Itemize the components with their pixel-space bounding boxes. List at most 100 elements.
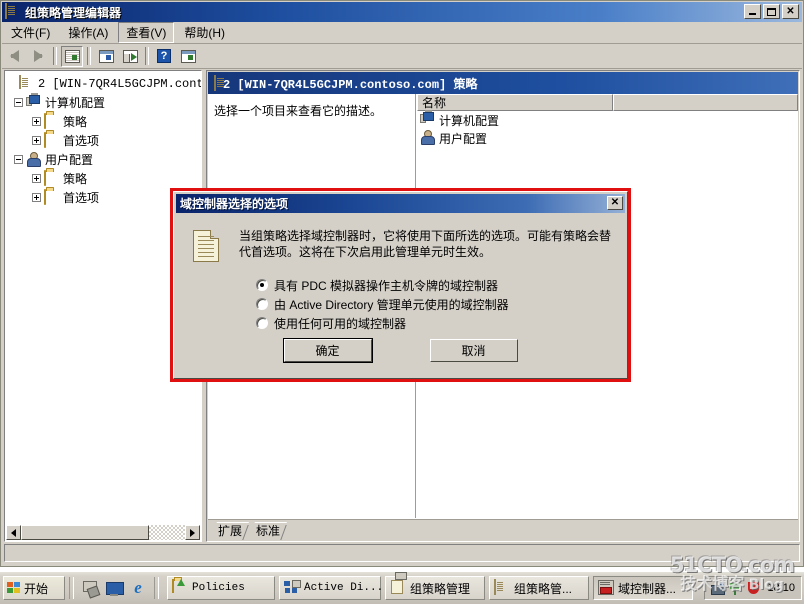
- folder-icon: [44, 112, 60, 130]
- taskbar-item-policies[interactable]: Policies: [167, 576, 275, 600]
- server-manager-icon[interactable]: [81, 579, 101, 599]
- taskbar-item-label: Active Di...: [304, 582, 384, 594]
- list-item[interactable]: 计算机配置: [417, 110, 798, 129]
- properties-button[interactable]: [95, 46, 117, 67]
- close-icon: ✕: [786, 5, 795, 17]
- folder-icon: [44, 188, 60, 206]
- collapse-toggle-icon[interactable]: [14, 98, 23, 107]
- menubar: 文件(F) 操作(A) 查看(V) 帮助(H): [2, 22, 802, 44]
- toolbar: ?: [2, 44, 802, 69]
- console-document-icon: [5, 3, 21, 20]
- taskbar-divider: [69, 577, 74, 599]
- taskbar-item-active-directory[interactable]: Active Di...: [279, 576, 384, 600]
- tree-item-label: 2 [WIN-7QR4L5GCJPM.contoso.c: [38, 76, 201, 91]
- dialog-close-button[interactable]: ✕: [607, 196, 623, 210]
- folder-icon: [172, 579, 188, 596]
- policy-document-icon: [214, 75, 216, 91]
- ok-button[interactable]: 确定: [282, 338, 373, 363]
- column-header-blank[interactable]: [613, 94, 798, 111]
- radio-option-label: 由 Active Directory 管理单元使用的域控制器: [274, 297, 509, 312]
- dialog-frame: 域控制器选择的选项 ✕ 当组策略选择域控制器时，它将使用下面所选的选项。可能有策…: [173, 191, 628, 379]
- radio-option-label: 使用任何可用的域控制器: [274, 316, 407, 331]
- radio-option-label: 具有 PDC 模拟器操作主机令牌的域控制器: [274, 278, 499, 293]
- taskbar: 开始 e Policies Active Di... 组策略管理 组策略管...…: [0, 571, 804, 604]
- start-button-label: 开始: [24, 581, 49, 596]
- new-window-button[interactable]: [177, 46, 199, 67]
- collapse-toggle-icon[interactable]: [14, 155, 23, 164]
- screen: 组策略管理编辑器 ✕ 文件(F) 操作(A) 查看(V) 帮助(H) ? 2 […: [0, 0, 804, 604]
- expand-toggle-icon[interactable]: [32, 174, 41, 183]
- scroll-thumb[interactable]: [21, 525, 149, 540]
- tree-item-computer-configuration[interactable]: 计算机配置: [7, 92, 201, 112]
- tree-horizontal-scrollbar[interactable]: [6, 525, 200, 540]
- toolbar-separator-1: [53, 47, 57, 65]
- expand-toggle-icon[interactable]: [32, 136, 41, 145]
- expand-toggle-icon[interactable]: [32, 117, 41, 126]
- taskbar-item-gpme[interactable]: 组策略管...: [489, 576, 589, 600]
- dialog-titlebar[interactable]: 域控制器选择的选项 ✕: [176, 194, 625, 213]
- export-list-button[interactable]: [119, 46, 141, 67]
- show-desktop-icon[interactable]: [105, 579, 124, 597]
- tree-item-user-policies[interactable]: 策略: [7, 169, 201, 188]
- details-pane-title: 2 [WIN-7QR4L5GCJPM.contoso.com] 策略: [223, 77, 478, 92]
- internet-explorer-icon[interactable]: e: [129, 579, 147, 597]
- window-title: 组策略管理编辑器: [25, 5, 122, 20]
- dc-selection-radio-group: 具有 PDC 模拟器操作主机令牌的域控制器 由 Active Directory…: [256, 276, 626, 333]
- radio-option-pdc-emulator[interactable]: 具有 PDC 模拟器操作主机令牌的域控制器: [256, 276, 626, 294]
- cancel-button[interactable]: 取消: [429, 339, 518, 362]
- window-controls: ✕: [744, 4, 799, 19]
- menu-file[interactable]: 文件(F): [3, 22, 58, 43]
- tree-item-label: 策略: [63, 172, 88, 186]
- status-bar: [4, 544, 800, 562]
- security-shield-icon[interactable]: !: [747, 581, 760, 595]
- radio-button-selected-icon[interactable]: [256, 279, 268, 291]
- scroll-track[interactable]: [149, 525, 185, 540]
- policy-document-icon: [19, 74, 35, 92]
- show-hide-tree-icon: [64, 49, 80, 63]
- description-text: 选择一个项目来查看它的描述。: [214, 104, 383, 118]
- dialog-message: 当组策略选择域控制器时，它将使用下面所选的选项。可能有策略会替代首选项。这将在下…: [239, 229, 612, 259]
- tree-item-user-configuration[interactable]: 用户配置: [7, 150, 201, 169]
- network-icon[interactable]: [711, 581, 726, 595]
- forward-button[interactable]: [27, 46, 49, 67]
- close-button[interactable]: ✕: [782, 4, 799, 19]
- radio-option-ad-snapin[interactable]: 由 Active Directory 管理单元使用的域控制器: [256, 295, 626, 313]
- radio-option-any-available[interactable]: 使用任何可用的域控制器: [256, 314, 626, 332]
- expand-toggle-icon[interactable]: [32, 193, 41, 202]
- toolbar-separator-2: [87, 47, 91, 65]
- taskbar-item-domain-controller[interactable]: 域控制器...: [593, 576, 693, 600]
- menu-action[interactable]: 操作(A): [60, 22, 116, 43]
- computer-icon: [26, 92, 42, 111]
- tree-item-computer-policies[interactable]: 策略: [7, 112, 201, 131]
- clock[interactable]: 18:10: [767, 582, 795, 594]
- tree-item-label: 首选项: [63, 191, 100, 205]
- taskbar-item-gpm[interactable]: 组策略管理: [385, 572, 485, 600]
- back-button[interactable]: [3, 46, 25, 67]
- tree-item-computer-preferences[interactable]: 首选项: [7, 131, 201, 150]
- help-button[interactable]: ?: [153, 46, 175, 67]
- list-item-label: 用户配置: [439, 131, 488, 146]
- dialog-buttons: 确定 取消: [176, 338, 625, 363]
- column-header-name[interactable]: 名称: [417, 94, 613, 111]
- scroll-right-button[interactable]: [185, 525, 200, 540]
- chevron-left-icon: [11, 528, 16, 537]
- document-icon: [193, 230, 219, 262]
- radio-button-icon[interactable]: [256, 298, 268, 310]
- minimize-button[interactable]: [744, 4, 761, 19]
- window-titlebar[interactable]: 组策略管理编辑器 ✕: [2, 2, 802, 22]
- new-window-icon: [180, 49, 196, 63]
- scroll-left-button[interactable]: [6, 525, 21, 540]
- menu-help[interactable]: 帮助(H): [176, 22, 233, 43]
- language-flag-icon[interactable]: [729, 581, 742, 595]
- close-icon: ✕: [610, 197, 620, 208]
- tree-item-root[interactable]: 2 [WIN-7QR4L5GCJPM.contoso.c: [7, 74, 201, 93]
- start-button[interactable]: 开始: [3, 576, 65, 600]
- list-item[interactable]: 用户配置: [417, 129, 798, 147]
- menu-view[interactable]: 查看(V): [118, 22, 175, 43]
- show-hide-tree-button[interactable]: [61, 45, 83, 67]
- radio-button-icon[interactable]: [256, 317, 268, 329]
- maximize-button[interactable]: [763, 4, 780, 19]
- tree-item-label: 首选项: [63, 134, 100, 148]
- toolbar-separator-3: [145, 47, 149, 65]
- active-directory-icon: [284, 580, 301, 596]
